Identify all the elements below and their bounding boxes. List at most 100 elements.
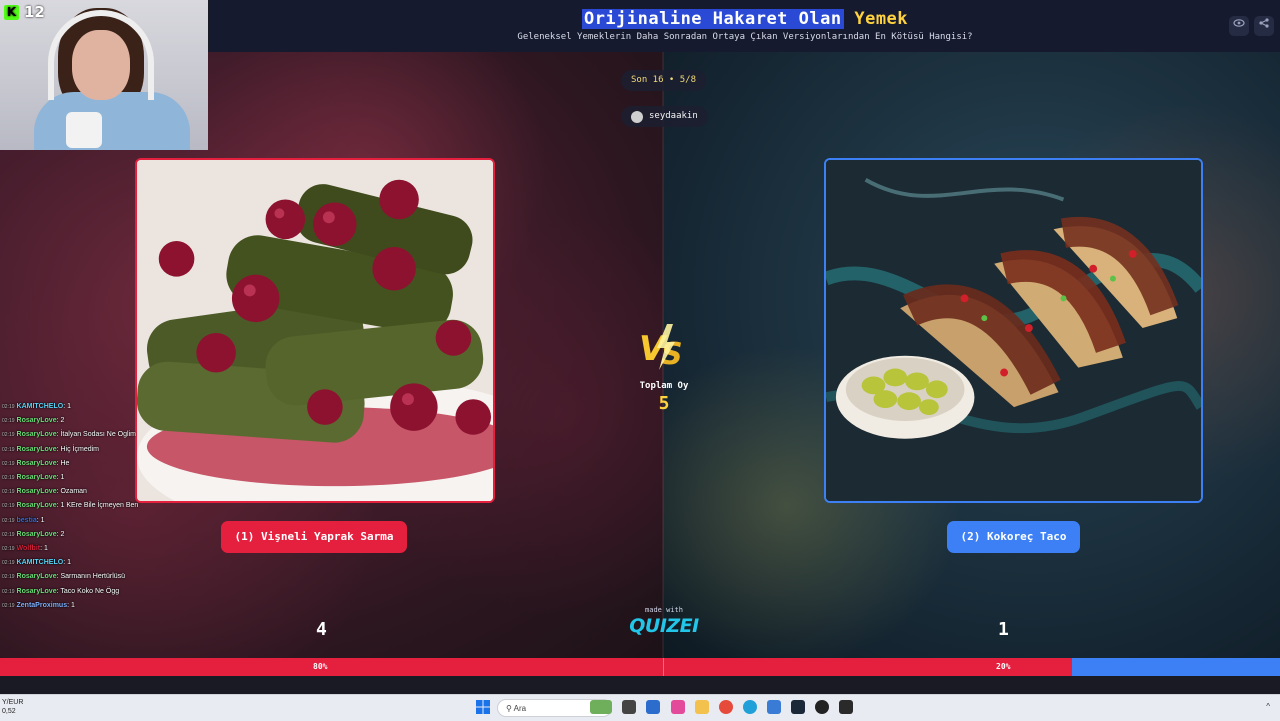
left-percent-label: 80%	[313, 662, 328, 671]
widget-icon[interactable]	[590, 700, 612, 714]
chat-timestamp: 02:19	[2, 574, 15, 581]
chat-text: : Taco Koko Ne Ögg	[56, 587, 120, 595]
chat-text: : 1	[63, 403, 71, 410]
headset	[48, 10, 154, 100]
file-explorer-icon[interactable]	[695, 700, 709, 714]
chat-message: 02:19 RosaryLove: Sarmanın Hertürlüsü	[2, 570, 142, 584]
chat-username[interactable]: RosaryLove	[17, 488, 57, 495]
chat-username[interactable]: RosaryLove	[17, 446, 57, 453]
quizei-logo[interactable]: QUIZEI	[614, 615, 714, 637]
chat-username[interactable]: bestia	[17, 517, 37, 524]
chat-text: : 1	[40, 545, 48, 553]
task-view-icon[interactable]	[622, 700, 636, 714]
chat-message: 02:19 RosaryLove: 2	[2, 528, 142, 542]
total-votes-label: Toplam Oy	[639, 381, 689, 391]
chat-timestamp: 02:19	[2, 489, 15, 496]
chat-message: 02:19 KAMITCHELO: 1	[2, 400, 142, 414]
viewer-badge: K 12	[4, 3, 45, 21]
chat-timestamp: 02:19	[2, 602, 15, 609]
chat-timestamp: 02:19	[2, 446, 15, 453]
chat-username[interactable]: Wolfbit	[17, 545, 41, 552]
choose-right-button[interactable]: (2) Kokoreç Taco	[947, 521, 1080, 553]
viewer-count: 12	[24, 3, 45, 21]
ticker-symbol: Y/EUR	[2, 699, 24, 706]
chat-message: 02:19 RosaryLove: 2	[2, 414, 142, 428]
right-percent-label: 20%	[996, 662, 1011, 671]
chrome-icon[interactable]	[719, 700, 733, 714]
mail-icon[interactable]	[767, 700, 781, 714]
chat-message: 02:19 RosaryLove: Taco Koko Ne Ögg	[2, 585, 142, 599]
chat-message: 02:19 RosaryLove: 1	[2, 471, 142, 485]
choose-left-button[interactable]: (1) Vişneli Yaprak Sarma	[221, 521, 407, 553]
epic-games-icon[interactable]	[839, 700, 853, 714]
creator-pill[interactable]: seydaakin	[621, 106, 708, 127]
right-vote-count: 1	[998, 619, 1009, 640]
chat-username[interactable]: ZentaProximus	[17, 602, 68, 609]
chat-username[interactable]: KAMITCHELO	[17, 403, 64, 410]
chat-text: : 1	[36, 516, 45, 524]
quiz-header: Orijinaline Hakaret Olan Yemek Gelenekse…	[210, 0, 1280, 52]
chat-message: 02:19 RosaryLove: Hiç İçmedim	[2, 443, 142, 457]
share-icon[interactable]	[1254, 16, 1274, 36]
chat-timestamp: 02:19	[2, 475, 15, 482]
bar-midline	[663, 658, 664, 676]
kick-logo-icon: K	[4, 4, 19, 20]
vote-result-bar: 80% 20%	[0, 658, 1280, 676]
system-tray[interactable]: ^	[1266, 702, 1270, 711]
chat-message: 02:19 ZentaProximus: 1	[2, 599, 142, 613]
chat-text: : 1	[56, 474, 65, 482]
chat-timestamp: 02:19	[2, 546, 15, 553]
chat-message: 02:19 RosaryLove: He	[2, 457, 142, 471]
chat-text: : 1	[67, 601, 75, 609]
page-title: Orijinaline Hakaret Olan Yemek	[210, 9, 1280, 29]
option-card-left[interactable]	[135, 158, 495, 503]
chat-message: 02:19 RosaryLove: İtalyan Sodası Ne Oglim	[2, 428, 142, 442]
edge-icon[interactable]	[743, 700, 757, 714]
chat-username[interactable]: RosaryLove	[17, 417, 57, 424]
chat-timestamp: 02:19	[2, 460, 15, 467]
chat-overlay: 02:19 KAMITCHELO: 1 02:19 RosaryLove: 2 02:1…	[2, 400, 142, 613]
search-placeholder: Ara	[513, 704, 527, 713]
chat-message: 02:19 RosaryLove: 1 KEre Bile İçmeyen Ben	[2, 499, 142, 513]
chat-username[interactable]: RosaryLove	[17, 431, 57, 438]
vs-icon: V S	[639, 324, 683, 372]
app-icon-1[interactable]	[646, 700, 660, 714]
eye-icon[interactable]	[1229, 16, 1249, 36]
app-icon-2[interactable]	[671, 700, 685, 714]
chat-username[interactable]: RosaryLove	[17, 460, 57, 467]
chat-timestamp: 02:19	[2, 531, 15, 538]
total-votes-value: 5	[658, 393, 670, 414]
app-icon-3[interactable]	[815, 700, 829, 714]
chat-text: : 1 KEre Bile İçmeyen Ben	[56, 502, 139, 510]
title-highlight: Orijinaline Hakaret Olan	[581, 9, 844, 29]
streamer-body	[34, 92, 190, 150]
chat-text: : Hiç İçmedim	[56, 445, 99, 453]
chat-timestamp: 02:19	[2, 432, 15, 439]
ticker-value: 0,52	[2, 708, 16, 715]
page-subtitle: Geleneksel Yemeklerin Daha Sonradan Orta…	[517, 32, 973, 42]
ticker-widget[interactable]: Y/EUR 0,52	[2, 698, 23, 716]
chat-text: : 2	[56, 530, 65, 538]
chat-username[interactable]: RosaryLove	[17, 474, 57, 481]
steam-icon[interactable]	[791, 700, 805, 714]
chat-text: : İtalyan Sodası Ne Oglim	[56, 431, 136, 439]
chat-timestamp: 02:19	[2, 560, 15, 567]
chat-timestamp: 02:19	[2, 588, 15, 595]
chat-username[interactable]: KAMITCHELO	[17, 559, 64, 566]
windows-taskbar: Y/EUR 0,52 ⚲ Ara ^	[0, 694, 1280, 721]
chat-username[interactable]: RosaryLove	[17, 531, 57, 538]
creator-username: seydaakin	[649, 111, 698, 121]
chat-message: 02:19 RosaryLove: Ozaman	[2, 485, 142, 499]
chat-text: : He	[56, 459, 70, 467]
cup	[66, 112, 102, 148]
option-card-right[interactable]	[824, 158, 1203, 503]
left-vote-count: 4	[316, 619, 327, 640]
chat-username[interactable]: RosaryLove	[17, 588, 57, 595]
windows-start-icon[interactable]	[476, 700, 490, 714]
chat-text: : 1	[63, 559, 71, 567]
avatar	[631, 110, 643, 123]
chat-username[interactable]: RosaryLove	[17, 502, 57, 509]
chat-username[interactable]: RosaryLove	[17, 573, 57, 580]
chat-timestamp: 02:19	[2, 404, 15, 410]
chat-text: : Ozaman	[56, 488, 87, 496]
